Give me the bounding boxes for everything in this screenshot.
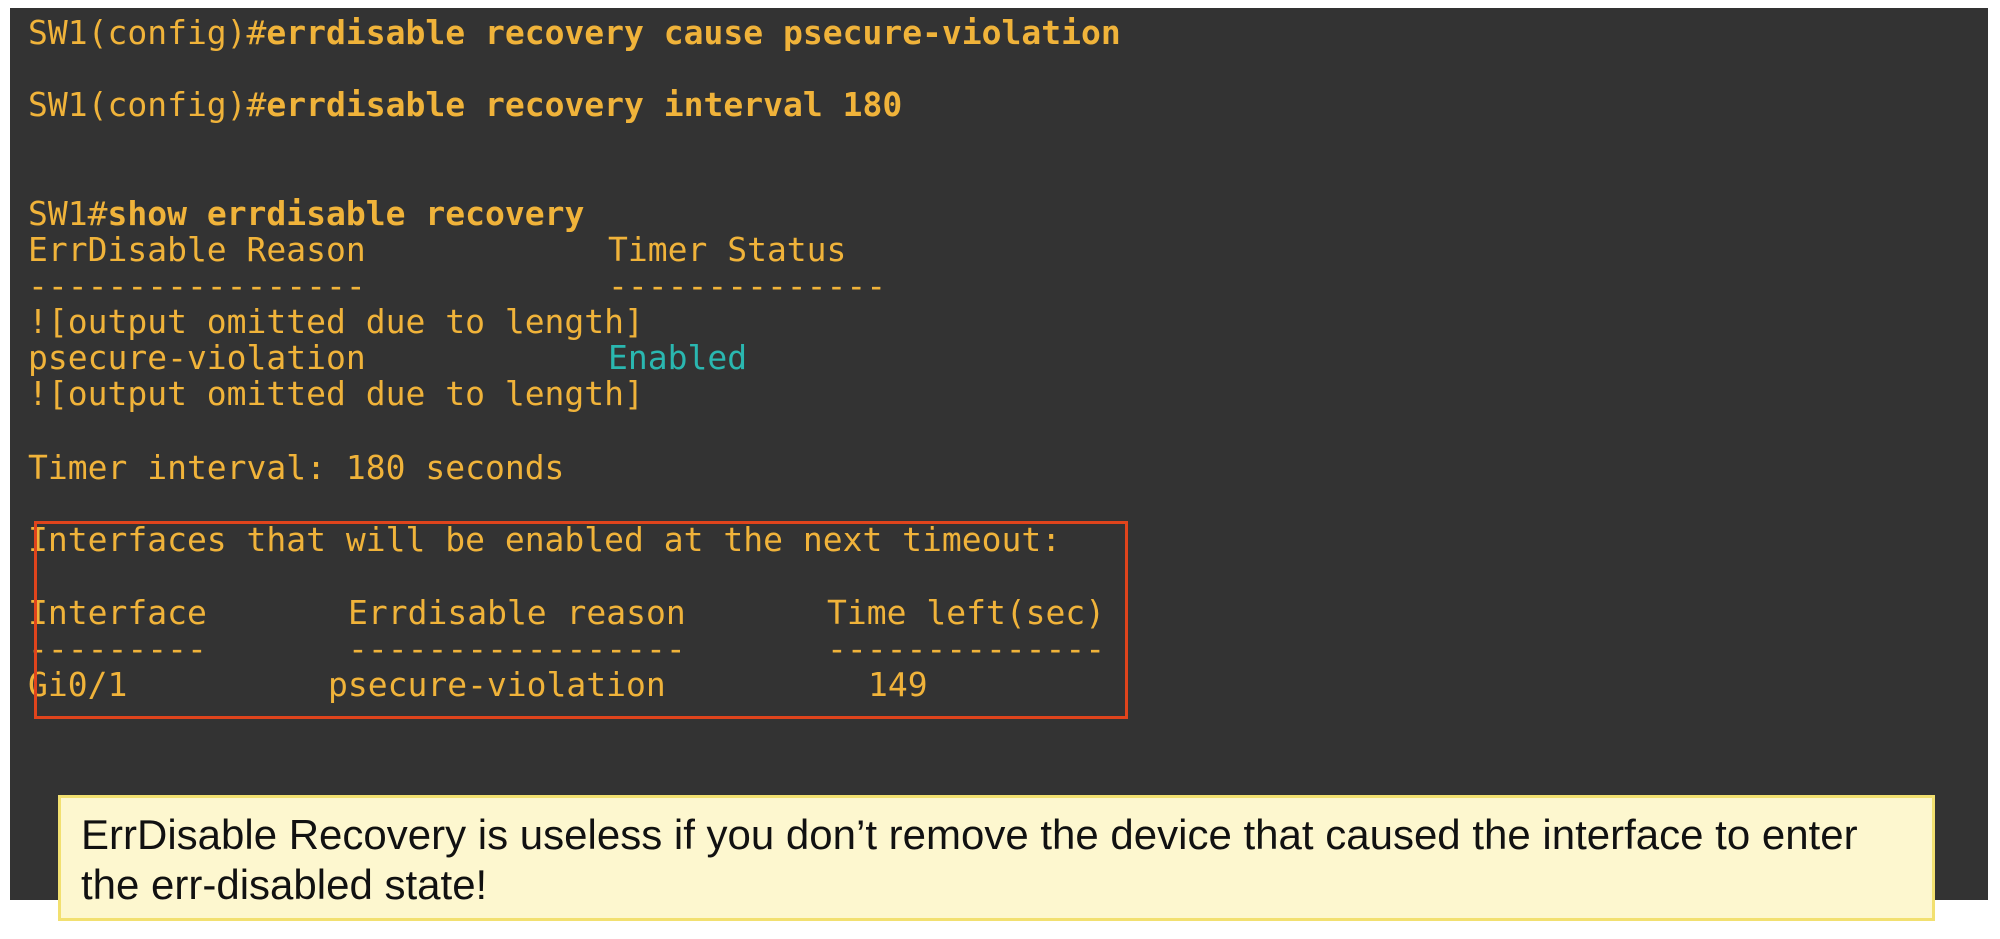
command-text: errdisable recovery cause psecure-violat…: [266, 13, 1121, 52]
divider-status: --------------: [608, 266, 887, 305]
command-text: errdisable recovery interval 180: [266, 85, 903, 124]
prompt: SW1#: [28, 194, 108, 233]
omitted-line-2: ![output omitted due to length]: [28, 374, 644, 413]
callout-note: ErrDisable Recovery is useless if you do…: [58, 795, 1935, 921]
row-reason: psecure-violation: [28, 338, 366, 377]
terminal-output: SW1(config)#errdisable recovery cause ps…: [10, 8, 1988, 900]
row-status: Enabled: [608, 338, 748, 377]
command-line-3: SW1#show errdisable recovery: [28, 194, 584, 234]
header-reason: ErrDisable Reason: [28, 230, 366, 269]
prompt: SW1(config)#: [28, 85, 267, 124]
command-line-2: SW1(config)#errdisable recovery interval…: [28, 85, 902, 125]
timer-interval: Timer interval: 180 seconds: [28, 448, 565, 487]
command-text: show errdisable recovery: [107, 194, 585, 233]
omitted-line-1: ![output omitted due to length]: [28, 302, 644, 341]
highlight-box: [34, 521, 1128, 719]
header-status: Timer Status: [608, 230, 847, 269]
command-line-1: SW1(config)#errdisable recovery cause ps…: [28, 13, 1121, 53]
slide: SW1(config)#errdisable recovery cause ps…: [0, 0, 2000, 939]
callout-text: ErrDisable Recovery is useless if you do…: [81, 811, 1858, 908]
prompt: SW1(config)#: [28, 13, 267, 52]
divider-reason: -----------------: [28, 266, 366, 305]
